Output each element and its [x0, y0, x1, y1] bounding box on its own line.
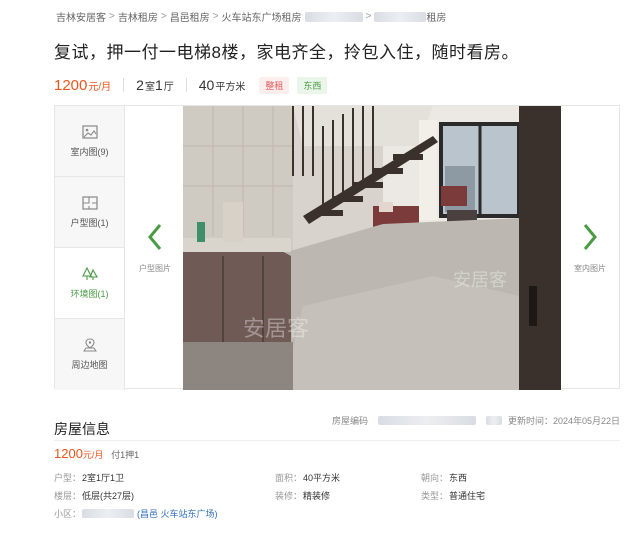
info-price: 1200元/月 付1押1: [54, 446, 139, 461]
gallery-thumbnail-list: 室内图(9) 户型图(1) 环境图(1) 周边地图: [55, 106, 125, 390]
info-orientation: 朝向：东西: [421, 471, 467, 484]
breadcrumb-separator: >: [212, 11, 219, 22]
rooms-living-unit: 厅: [163, 82, 174, 93]
map-pin-icon: [82, 338, 97, 352]
info-price-unit: 元/月: [82, 450, 104, 460]
summary-price-value: 1200: [54, 76, 88, 94]
gallery-next-button[interactable]: 室内图片: [561, 106, 619, 390]
info-floor: 楼层：低层(共27层): [54, 489, 134, 502]
thumb-map[interactable]: 周边地图: [55, 319, 124, 390]
breadcrumb-item-current: 租房: [426, 13, 447, 24]
info-layout: 户型：2室1厅1卫: [54, 471, 124, 484]
gallery-main-photo[interactable]: 安居客 安居客: [183, 106, 561, 390]
info-orientation-value: 东西: [449, 473, 468, 483]
listing-summary: 1200元/月 2室1厅 40平方米 整租 东西: [54, 74, 328, 96]
house-info-title: 房屋信息: [54, 421, 110, 437]
thumb-floorplan[interactable]: 户型图(1): [55, 177, 124, 248]
update-time: 更新时间：2024年05月22日: [507, 416, 620, 426]
community-location-link[interactable]: (昌邑 火车站东广场): [137, 507, 218, 520]
gallery-prev-button[interactable]: 户型图片: [126, 106, 184, 390]
floorplan-icon: [81, 195, 98, 210]
info-decoration: 装修：精装修: [275, 489, 330, 502]
summary-rooms: 2室1厅: [136, 77, 174, 93]
area-value: 40: [198, 77, 215, 93]
house-code-blurred: [377, 416, 476, 425]
summary-price-unit: 元/月: [88, 81, 112, 93]
info-layout-key: 户型：: [54, 473, 82, 483]
chevron-left-icon: [148, 223, 162, 250]
summary-divider: [185, 78, 187, 92]
listing-title: 复试，押一付一电梯8楼，家电齐全，拎包入住，随时看房。: [54, 43, 519, 62]
info-area-key: 面积：: [275, 473, 303, 483]
tree-icon: [81, 266, 98, 280]
info-floor-value: 低层(共27层): [82, 491, 135, 501]
info-area: 面积：40平方米: [275, 471, 340, 484]
area-unit: 平方米: [215, 82, 246, 93]
info-type-value: 普通住宅: [449, 491, 486, 501]
rooms-living-count: 1: [154, 77, 163, 93]
watermark: 安居客: [453, 270, 507, 291]
tag-rent-type: 整租: [259, 76, 290, 94]
thumb-environment[interactable]: 环境图(1): [55, 248, 124, 319]
house-meta: 房屋编码 更新时间：2024年05月22日: [332, 414, 620, 427]
breadcrumb-separator: >: [109, 11, 115, 22]
photo-icon: [81, 124, 98, 139]
chevron-right-icon: [583, 223, 597, 250]
watermark: 安居客: [243, 317, 309, 342]
gallery-prev-label: 户型图片: [139, 263, 171, 273]
thumb-map-label: 周边地图: [71, 360, 108, 370]
info-community: 小区： (昌邑 火车站东广场): [54, 507, 218, 520]
breadcrumb: 吉林安居客 > 吉林租房 > 昌邑租房 > 火车站东广场租房 > 租房: [56, 9, 446, 24]
breadcrumb-item-rent[interactable]: 吉林租房: [118, 9, 158, 24]
breadcrumb-item-area[interactable]: 火车站东广场租房: [222, 9, 302, 24]
section-divider: [54, 440, 620, 441]
thumb-interior[interactable]: 室内图(9): [55, 106, 124, 177]
info-community-key: 小区：: [54, 509, 82, 519]
breadcrumb-blurred-community: [304, 11, 363, 22]
breadcrumb-item-home[interactable]: 吉林安居客: [56, 9, 106, 24]
info-decoration-key: 装修：: [275, 491, 303, 501]
rooms-bedroom-count: 2: [136, 77, 144, 93]
thumb-interior-label: 室内图(9): [70, 146, 109, 157]
breadcrumb-separator: >: [365, 11, 372, 22]
breadcrumb-separator: >: [160, 11, 167, 22]
info-price-value: 1200: [54, 446, 83, 461]
info-orientation-key: 朝向：: [421, 473, 449, 483]
info-type: 类型：普通住宅: [421, 489, 485, 502]
info-type-key: 类型：: [421, 491, 449, 501]
house-code-label: 房屋编码: [331, 416, 368, 426]
community-name-blurred[interactable]: [82, 509, 134, 518]
info-floor-key: 楼层：: [54, 491, 82, 501]
summary-divider: [123, 78, 125, 92]
info-area-value: 40平方米: [303, 473, 341, 483]
thumb-environment-label: 环境图(1): [70, 288, 109, 299]
summary-area: 40平方米: [199, 77, 246, 93]
rooms-bedroom-unit: 室: [144, 82, 155, 93]
info-layout-value: 2室1厅1卫: [82, 473, 125, 483]
info-decoration-value: 精装修: [303, 491, 331, 501]
gallery-next-label: 室内图片: [574, 263, 606, 273]
summary-price: 1200元/月: [54, 77, 111, 94]
photo-gallery: 室内图(9) 户型图(1) 环境图(1) 周边地图 户型图片 安居客 安居客 室…: [54, 105, 620, 390]
thumb-floorplan-label: 户型图(1): [70, 217, 109, 228]
payment-terms: 付1押1: [111, 450, 140, 460]
room-photo: 安居客 安居客: [183, 106, 561, 390]
tag-orientation: 东西: [297, 76, 328, 94]
breadcrumb-blurred-name: [374, 11, 427, 22]
meta-blurred: [485, 416, 502, 425]
breadcrumb-item-district[interactable]: 昌邑租房: [170, 9, 210, 24]
